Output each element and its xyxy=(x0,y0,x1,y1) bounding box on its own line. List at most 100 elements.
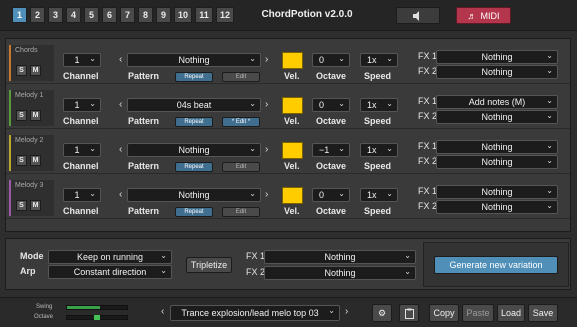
tripletize-button[interactable]: Tripletize xyxy=(186,257,232,273)
next-preset-arrow[interactable]: › xyxy=(345,306,348,317)
speaker-button[interactable] xyxy=(396,7,440,24)
global-fx1-value: Nothing xyxy=(324,252,356,262)
repeat-toggle[interactable]: Repeat xyxy=(175,207,213,217)
repeat-toggle[interactable]: Repeat xyxy=(175,162,213,172)
speed-select[interactable]: 1x ⌄ xyxy=(360,98,398,112)
solo-button[interactable]: S xyxy=(16,200,27,211)
settings-button[interactable]: ⚙ xyxy=(372,304,392,322)
octave-value: 0 xyxy=(319,55,325,65)
solo-button[interactable]: S xyxy=(16,155,27,166)
tab-5[interactable]: 5 xyxy=(84,7,99,23)
tab-4[interactable]: 4 xyxy=(66,7,81,23)
solo-button[interactable]: S xyxy=(16,110,27,121)
paste-button[interactable]: Paste xyxy=(462,304,494,322)
mode-select[interactable]: Keep on running ⌄ xyxy=(48,250,172,264)
pattern-select[interactable]: Nothing ⌄ xyxy=(127,188,261,202)
edit-button[interactable]: Edit xyxy=(222,72,260,82)
edit-button[interactable]: Edit xyxy=(222,207,260,217)
octave-select[interactable]: 0 ⌄ xyxy=(312,188,350,202)
app-title: ChordPotion v2.0.0 xyxy=(261,9,353,20)
next-pattern-arrow[interactable]: › xyxy=(265,189,268,200)
edit-button[interactable]: * Edit * xyxy=(222,117,260,127)
chevron-down-icon: ⌄ xyxy=(404,251,411,260)
fx1-value: Nothing xyxy=(481,52,513,62)
pattern-label: Pattern xyxy=(128,71,160,81)
octave-select[interactable]: −1 ⌄ xyxy=(312,143,350,157)
midi-button[interactable]: ♬ MIDI xyxy=(456,7,511,24)
chevron-down-icon: ⌄ xyxy=(386,99,393,108)
tab-3[interactable]: 3 xyxy=(48,7,63,23)
tab-2[interactable]: 2 xyxy=(30,7,45,23)
mute-button[interactable]: M xyxy=(30,200,41,211)
octave-slider[interactable] xyxy=(66,315,128,320)
mute-button[interactable]: M xyxy=(30,155,41,166)
pattern-value: 04s beat xyxy=(176,100,212,110)
fx2-select[interactable]: Nothing ⌄ xyxy=(436,200,558,214)
tab-12[interactable]: 12 xyxy=(216,7,234,23)
channel-select[interactable]: 1 ⌄ xyxy=(63,143,101,157)
solo-button[interactable]: S xyxy=(16,65,27,76)
velocity-swatch[interactable] xyxy=(282,142,303,159)
arp-select[interactable]: Constant direction ⌄ xyxy=(48,265,172,279)
clipboard-button[interactable] xyxy=(399,304,419,322)
fx1-select[interactable]: Add notes (M) ⌄ xyxy=(436,95,558,109)
repeat-toggle[interactable]: Repeat xyxy=(175,72,213,82)
tab-1[interactable]: 1 xyxy=(12,7,27,23)
velocity-swatch[interactable] xyxy=(282,52,303,69)
channel-select[interactable]: 1 ⌄ xyxy=(63,53,101,67)
prev-pattern-arrow[interactable]: ‹ xyxy=(119,144,122,155)
generate-variation-button[interactable]: Generate new variation xyxy=(434,256,558,274)
global-fx1-select[interactable]: Nothing ⌄ xyxy=(264,250,416,264)
prev-pattern-arrow[interactable]: ‹ xyxy=(119,189,122,200)
velocity-swatch[interactable] xyxy=(282,187,303,204)
repeat-toggle[interactable]: Repeat xyxy=(175,117,213,127)
tab-7[interactable]: 7 xyxy=(120,7,135,23)
fx1-select[interactable]: Nothing ⌄ xyxy=(436,140,558,154)
pattern-select[interactable]: Nothing ⌄ xyxy=(127,53,261,67)
top-bar: 1 2 3 4 5 6 7 8 9 10 11 12 ChordPotion v… xyxy=(0,0,577,31)
chevron-down-icon: ⌄ xyxy=(328,306,335,315)
speed-select[interactable]: 1x ⌄ xyxy=(360,53,398,67)
tab-6[interactable]: 6 xyxy=(102,7,117,23)
next-pattern-arrow[interactable]: › xyxy=(265,99,268,110)
pattern-select[interactable]: 04s beat ⌄ xyxy=(127,98,261,112)
track-row: Melody 3 S M 1 ⌄ Channel ‹ Nothing ⌄ › Pat… xyxy=(6,176,570,219)
pattern-select[interactable]: Nothing ⌄ xyxy=(127,143,261,157)
velocity-swatch[interactable] xyxy=(282,97,303,114)
fx2-select[interactable]: Nothing ⌄ xyxy=(436,65,558,79)
speed-select[interactable]: 1x ⌄ xyxy=(360,143,398,157)
tab-9[interactable]: 9 xyxy=(156,7,171,23)
channel-select[interactable]: 1 ⌄ xyxy=(63,188,101,202)
next-pattern-arrow[interactable]: › xyxy=(265,54,268,65)
track-label-box: Chords S M xyxy=(9,45,54,81)
next-pattern-arrow[interactable]: › xyxy=(265,144,268,155)
fx1-select[interactable]: Nothing ⌄ xyxy=(436,185,558,199)
speed-select[interactable]: 1x ⌄ xyxy=(360,188,398,202)
fx1-select[interactable]: Nothing ⌄ xyxy=(436,50,558,64)
tab-10[interactable]: 10 xyxy=(174,7,192,23)
prev-pattern-arrow[interactable]: ‹ xyxy=(119,99,122,110)
swing-slider[interactable] xyxy=(66,305,128,310)
tab-8[interactable]: 8 xyxy=(138,7,153,23)
fx2-select[interactable]: Nothing ⌄ xyxy=(436,155,558,169)
fx2-select[interactable]: Nothing ⌄ xyxy=(436,110,558,124)
gear-icon: ⚙ xyxy=(377,307,387,318)
mute-button[interactable]: M xyxy=(30,110,41,121)
octave-label: Octave xyxy=(316,116,347,126)
octave-knob[interactable] xyxy=(94,315,100,320)
load-button[interactable]: Load xyxy=(497,304,525,322)
prev-pattern-arrow[interactable]: ‹ xyxy=(119,54,122,65)
preset-select[interactable]: Trance explosion/lead melo top 03 ⌄ xyxy=(170,305,340,321)
fx2-value: Nothing xyxy=(481,202,513,212)
mute-button[interactable]: M xyxy=(30,65,41,76)
edit-button[interactable]: Edit xyxy=(222,162,260,172)
tab-11[interactable]: 11 xyxy=(195,7,213,23)
global-fx2-select[interactable]: Nothing ⌄ xyxy=(264,266,416,280)
prev-preset-arrow[interactable]: ‹ xyxy=(161,306,164,317)
octave-select[interactable]: 0 ⌄ xyxy=(312,98,350,112)
copy-button[interactable]: Copy xyxy=(429,304,459,322)
channel-select[interactable]: 1 ⌄ xyxy=(63,98,101,112)
save-button[interactable]: Save xyxy=(528,304,558,322)
octave-value: 0 xyxy=(319,190,325,200)
octave-select[interactable]: 0 ⌄ xyxy=(312,53,350,67)
